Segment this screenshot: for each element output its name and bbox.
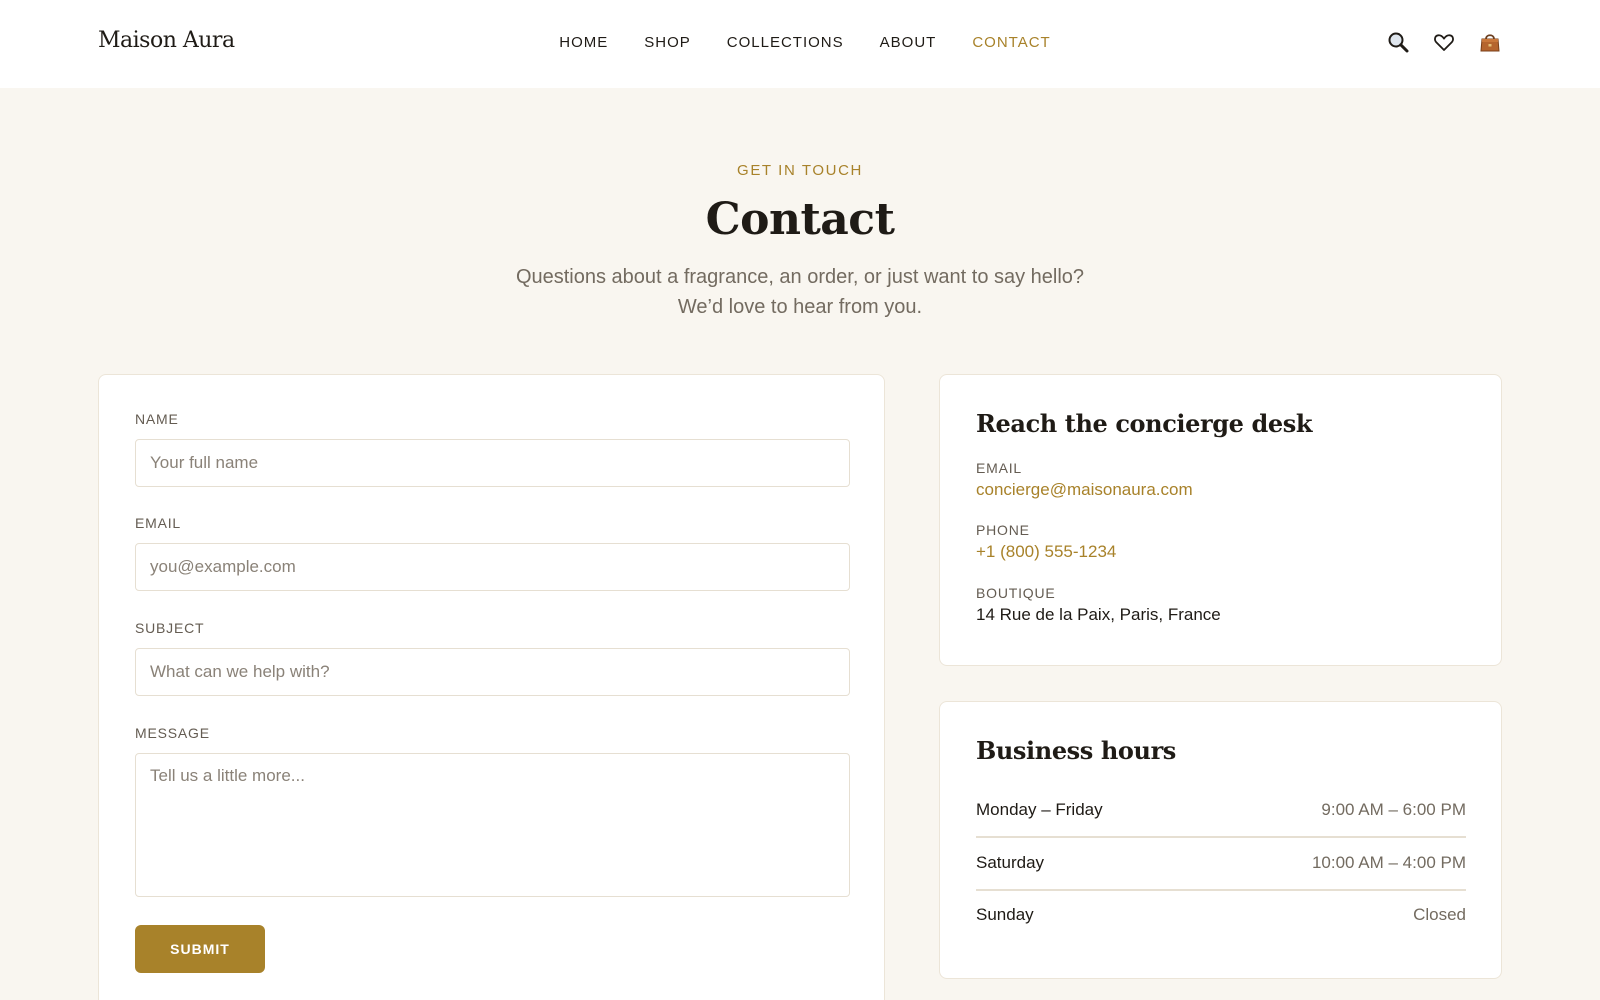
hours-row: Saturday 10:00 AM – 4:00 PM [976, 837, 1466, 889]
name-label: NAME [135, 411, 179, 427]
nav-about[interactable]: ABOUT [880, 34, 937, 51]
nav-collections[interactable]: COLLECTIONS [727, 34, 844, 51]
hours-day: Monday – Friday [976, 800, 1103, 819]
message-textarea[interactable] [135, 753, 850, 897]
hours-time: 10:00 AM – 4:00 PM [1311, 853, 1466, 872]
message-label: MESSAGE [135, 725, 210, 741]
nav-contact[interactable]: CONTACT [972, 34, 1050, 51]
heart-icon[interactable] [1432, 30, 1456, 54]
concierge-title: Reach the concierge desk [976, 409, 1313, 438]
hours-row: Sunday Closed [976, 889, 1466, 941]
page-subtitle: Questions about a fragrance, an order, o… [0, 262, 1600, 322]
subtitle-line-2: We’d love to hear from you. [677, 296, 923, 318]
subject-input[interactable] [135, 648, 850, 696]
site-header: Maison Aura HOME SHOP COLLECTIONS ABOUT … [0, 0, 1600, 88]
contact-form: NAME EMAIL SUBJECT MESSAGE SUBMIT [98, 374, 885, 1000]
concierge-phone-link[interactable]: +1 (800) 555-1234 [976, 542, 1116, 562]
concierge-email-link[interactable]: concierge@maisonaura.com [976, 480, 1193, 500]
email-input[interactable] [135, 543, 850, 591]
boutique-address: 14 Rue de la Paix, Paris, France [976, 605, 1221, 624]
submit-button[interactable]: SUBMIT [135, 925, 265, 973]
hours-title: Business hours [976, 736, 1176, 765]
nav-home[interactable]: HOME [559, 34, 608, 51]
subtitle-line-1: Questions about a fragrance, an order, o… [515, 266, 1085, 288]
boutique-label: BOUTIQUE [976, 585, 1056, 601]
concierge-phone-label: PHONE [976, 522, 1030, 538]
hours-row: Monday – Friday 9:00 AM – 6:00 PM [976, 784, 1466, 836]
hours-day: Saturday [976, 853, 1045, 872]
hours-day: Sunday [976, 905, 1034, 924]
nav-shop[interactable]: SHOP [644, 34, 691, 51]
header-actions [1386, 30, 1502, 54]
hours-card: Business hours Monday – Friday 9:00 AM –… [939, 701, 1502, 979]
page-title: Contact [705, 194, 895, 245]
concierge-card: Reach the concierge desk EMAIL concierge… [939, 374, 1502, 666]
email-label: EMAIL [135, 515, 182, 531]
subject-label: SUBJECT [135, 620, 205, 636]
bag-icon[interactable] [1478, 30, 1502, 54]
hours-time: Closed [1413, 905, 1466, 924]
concierge-email-label: EMAIL [976, 460, 1023, 476]
eyebrow-text: GET IN TOUCH [737, 162, 863, 179]
hours-time: 9:00 AM – 6:00 PM [1321, 800, 1466, 819]
main-nav: HOME SHOP COLLECTIONS ABOUT CONTACT [0, 34, 1600, 51]
search-icon[interactable] [1386, 30, 1410, 54]
name-input[interactable] [135, 439, 850, 487]
